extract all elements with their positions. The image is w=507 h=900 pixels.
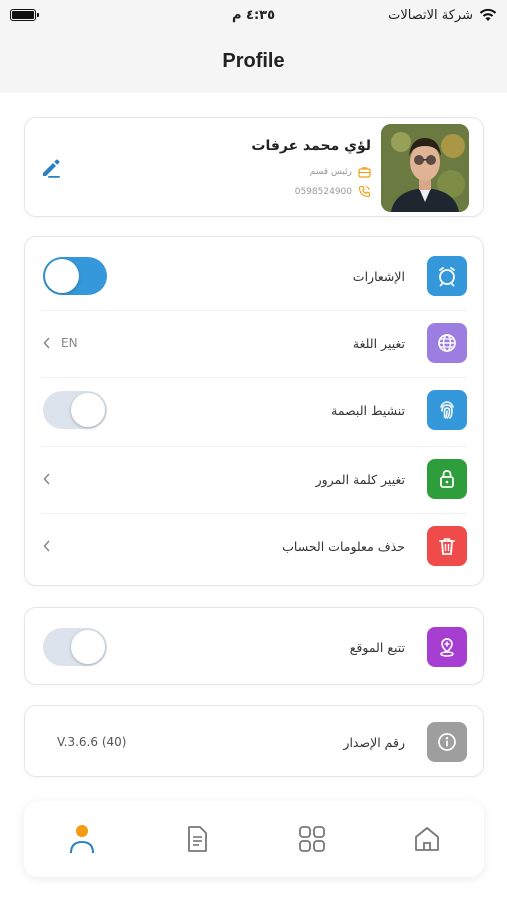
profile-phone-row: 0598524900 [295,185,371,198]
avatar [381,124,469,212]
grid-icon [298,826,325,852]
location-card: تتبع الموقع [24,607,484,685]
change-password-row[interactable]: تغيير كلمة المرور [41,446,467,512]
fingerprint-icon [427,390,467,430]
chevron-left-icon [43,473,50,485]
carrier-name: شركة الاتصالات [388,7,473,23]
profile-card: لؤي محمد عرفات رئيس قسم 0598524900 [24,117,484,217]
phone-icon [358,185,371,198]
main-content: لؤي محمد عرفات رئيس قسم 0598524900 الإشع… [0,93,507,900]
status-bar: ٤:٣٥ م شركة الاتصالات [0,0,507,30]
chevron-left-icon [43,540,50,552]
profile-role: رئيس قسم [309,167,352,177]
nav-profile[interactable] [62,819,102,859]
profile-name: لؤي محمد عرفات [251,138,371,154]
location-label: تتبع الموقع [349,639,405,655]
page-title: Profile [222,49,285,72]
profile-phone: 0598524900 [294,186,352,197]
wifi-icon [479,8,497,21]
profile-role-row: رئيس قسم [310,166,371,178]
globe-icon [427,323,467,363]
lock-icon [427,459,467,499]
version-value: V.3.6.6 (40) [57,735,127,749]
fingerprint-row: تنشيط البصمة [41,377,467,443]
header: Profile [0,30,507,92]
fingerprint-label: تنشيط البصمة [331,402,405,418]
battery-icon [10,9,39,21]
location-row: تتبع الموقع [41,614,467,680]
bottom-nav [24,801,484,877]
language-value: EN [61,336,78,350]
trash-icon [427,526,467,566]
nav-home[interactable] [407,819,447,859]
nav-grid[interactable] [292,819,332,859]
briefcase-icon [358,167,371,178]
location-pin-icon [427,627,467,667]
notification-icon [427,256,467,296]
language-label: تغيير اللغة [352,335,405,351]
location-toggle[interactable] [43,628,107,666]
notifications-row: الإشعارات [41,243,467,309]
home-icon [414,827,439,851]
chevron-left-icon [43,337,50,349]
pencil-icon [43,159,60,178]
notifications-label: الإشعارات [352,268,405,284]
version-card: رقم الإصدار V.3.6.6 (40) [24,705,484,777]
info-icon [427,722,467,762]
version-row: رقم الإصدار V.3.6.6 (40) [41,709,467,775]
document-icon [187,826,207,852]
change-password-label: تغيير كلمة المرور [315,471,405,487]
notifications-toggle[interactable] [43,257,107,295]
user-icon [69,825,94,854]
settings-card: الإشعارات تغيير اللغة EN تنشيط البصمة تغ… [24,236,484,586]
delete-account-row[interactable]: حذف معلومات الحساب [41,513,467,579]
nav-documents[interactable] [177,819,217,859]
fingerprint-toggle[interactable] [43,391,107,429]
edit-profile-button[interactable] [39,156,63,180]
language-row[interactable]: تغيير اللغة EN [41,310,467,376]
delete-account-label: حذف معلومات الحساب [282,538,405,554]
version-label: رقم الإصدار [343,734,405,750]
